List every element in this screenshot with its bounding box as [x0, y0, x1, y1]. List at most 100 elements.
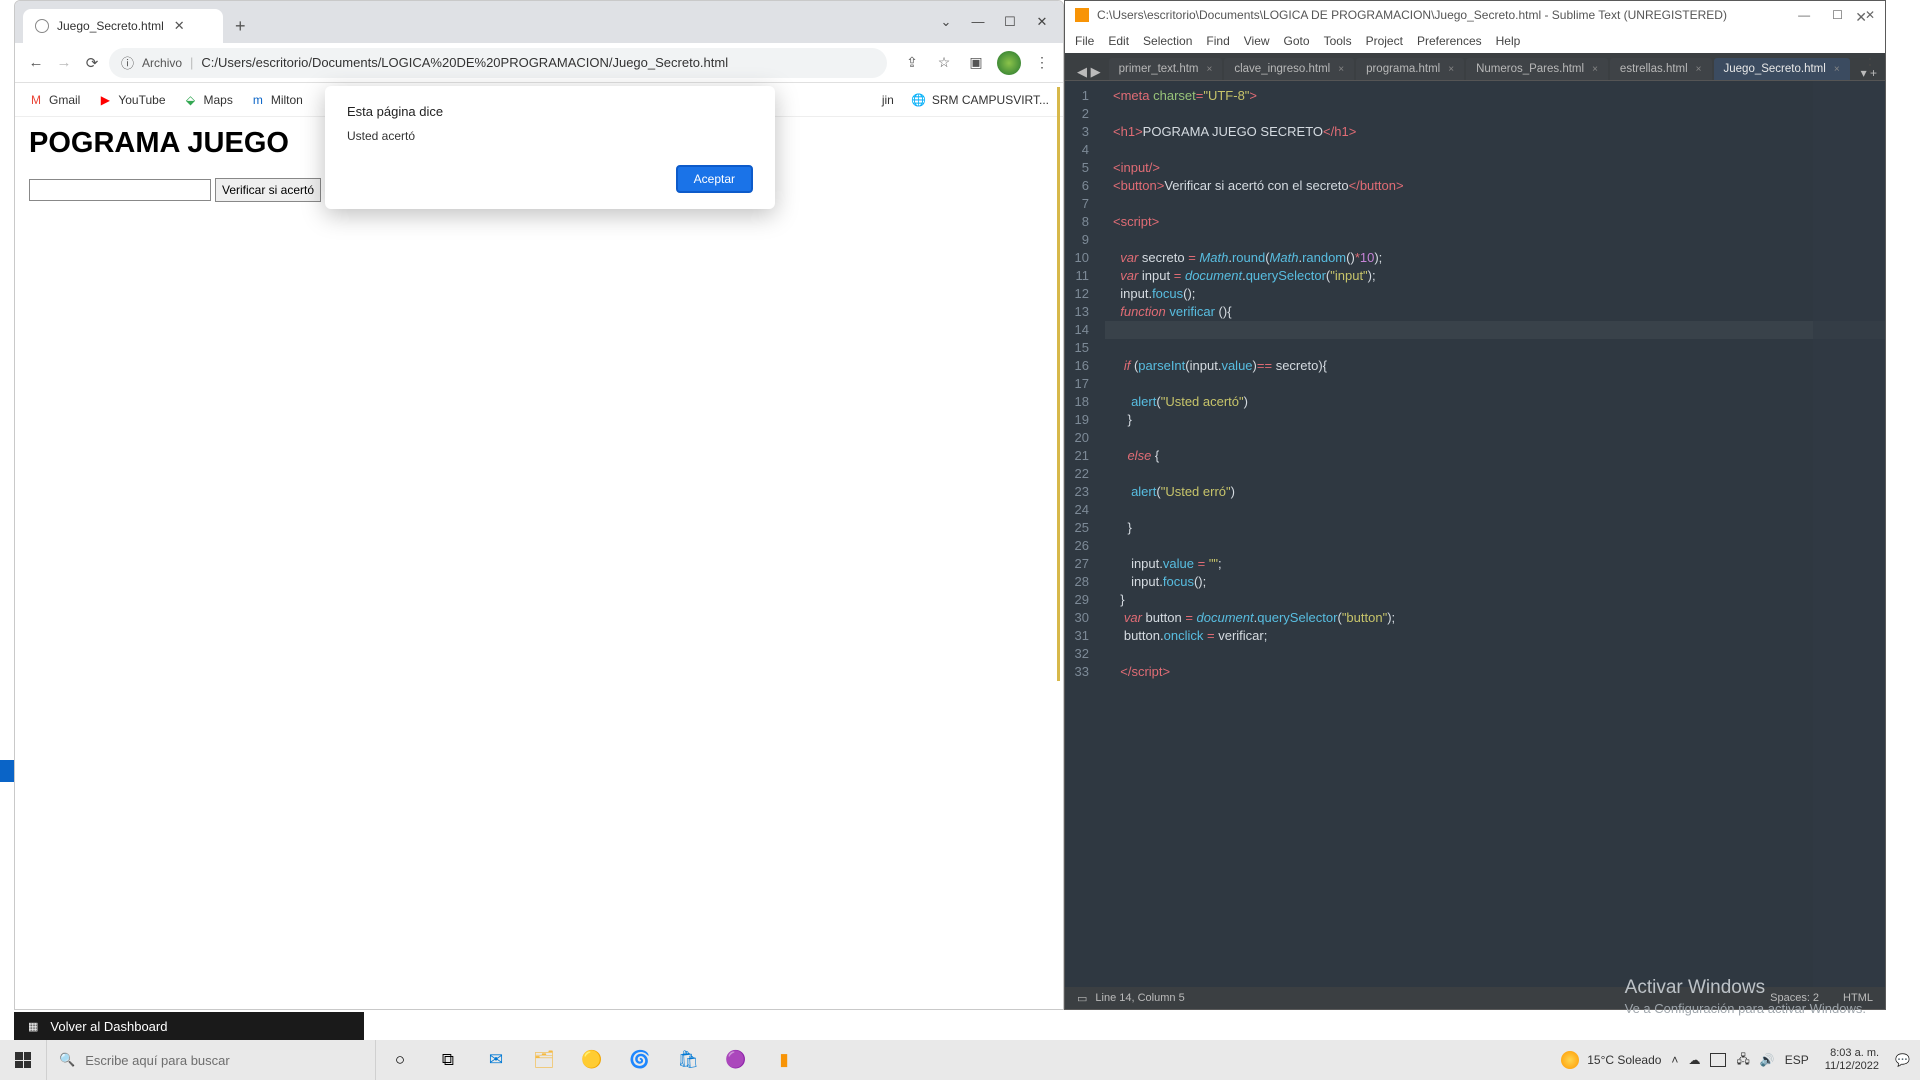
code-line [1113, 231, 1885, 249]
explorer-icon[interactable]: 🗂 [520, 1040, 568, 1080]
new-tab-button[interactable]: + [229, 12, 252, 41]
code-line: <meta charset="UTF-8"> [1113, 87, 1885, 105]
code-line: </script> [1113, 663, 1885, 681]
mail-icon[interactable]: ✉ [472, 1040, 520, 1080]
start-button[interactable] [0, 1040, 46, 1080]
close-icon[interactable]: × [1834, 64, 1840, 75]
share-icon[interactable]: ⇪ [901, 54, 923, 71]
browser-tab[interactable]: Juego_Secreto.html ✕ [23, 9, 223, 43]
url-chip: Archivo [142, 56, 182, 70]
secret-input[interactable] [29, 179, 211, 201]
maximize-icon[interactable]: ☐ [1832, 8, 1843, 22]
wifi-icon[interactable]: 🖧 [1736, 1050, 1749, 1071]
line-number: 26 [1057, 537, 1097, 555]
taskbar-tray: 15°C Soleado ˄ ☁ 🖧 🔊 ESP 8:03 a. m. 11/1… [1551, 1047, 1920, 1073]
back-icon[interactable]: ← [25, 52, 47, 74]
menu-help[interactable]: Help [1496, 34, 1521, 48]
overlay-kebab-icon[interactable]: ⋮ [1861, 55, 1879, 76]
alert-accept-button[interactable]: Aceptar [676, 165, 753, 193]
code-line: <button>Verificar si acertó con el secre… [1113, 177, 1885, 195]
code-line [1113, 501, 1885, 519]
code-area[interactable]: <meta charset="UTF-8"> <h1>POGRAMA JUEGO… [1105, 81, 1885, 987]
maximize-icon[interactable]: ☐ [1003, 14, 1017, 30]
line-number: 8 [1057, 213, 1097, 231]
chrome-window-controls: ⌄ — ☐ ✕ [939, 14, 1063, 30]
menu-preferences[interactable]: Preferences [1417, 34, 1482, 48]
panel-icon[interactable]: ▣ [965, 54, 987, 71]
menu-view[interactable]: View [1244, 34, 1270, 48]
weather-text: 15°C Soleado [1587, 1053, 1661, 1067]
sublime-taskbar-icon[interactable]: ▮ [760, 1040, 808, 1080]
dashboard-strip[interactable]: ▦ Volver al Dashboard [14, 1012, 364, 1040]
close-icon[interactable]: × [1207, 64, 1213, 75]
volume-icon[interactable]: 🔊 [1760, 1053, 1775, 1067]
editor[interactable]: 1234567891011121314151617181920212223242… [1065, 81, 1885, 987]
close-icon[interactable]: × [1592, 64, 1598, 75]
file-tab[interactable]: clave_ingreso.html× [1224, 58, 1354, 80]
cortana-icon[interactable]: ○ [376, 1040, 424, 1080]
file-tab[interactable]: programa.html× [1356, 58, 1464, 80]
close-icon[interactable]: × [1338, 64, 1344, 75]
line-number: 31 [1057, 627, 1097, 645]
kebab-icon[interactable]: ⋮ [1031, 54, 1053, 71]
file-tab[interactable]: Numeros_Pares.html× [1466, 58, 1608, 80]
taskview-icon[interactable]: ⧉ [424, 1040, 472, 1080]
menu-goto[interactable]: Goto [1284, 34, 1310, 48]
close-icon[interactable]: ✕ [1035, 14, 1049, 30]
minimize-icon[interactable]: — [1798, 8, 1810, 22]
menu-edit[interactable]: Edit [1108, 34, 1129, 48]
chevron-up-icon[interactable]: ˄ [1671, 1053, 1678, 1067]
store-icon[interactable]: 🛍 [664, 1040, 712, 1080]
bookmark-login[interactable]: jin [882, 93, 894, 107]
minimap[interactable] [1813, 81, 1885, 987]
star-icon[interactable]: ☆ [933, 54, 955, 71]
code-line: var button = document.querySelector("but… [1113, 609, 1885, 627]
dashboard-label: Volver al Dashboard [50, 1019, 167, 1034]
line-number: 10 [1057, 249, 1097, 267]
globe-icon: 🌐 [912, 93, 926, 107]
code-line: var secreto = Math.round(Math.random()*1… [1113, 249, 1885, 267]
file-tab[interactable]: primer_text.htm× [1109, 58, 1223, 80]
close-icon[interactable]: × [1448, 64, 1454, 75]
menu-find[interactable]: Find [1206, 34, 1229, 48]
reload-icon[interactable]: ⟳ [81, 52, 103, 74]
bookmark-maps[interactable]: ⬙Maps [184, 93, 233, 107]
chrome-icon[interactable]: 🟡 [568, 1040, 616, 1080]
verify-button[interactable]: Verificar si acertó [215, 178, 321, 202]
close-icon[interactable]: ✕ [172, 18, 187, 34]
menu-project[interactable]: Project [1366, 34, 1403, 48]
address-bar[interactable]: ⓘ Archivo | C:/Users/escritorio/Document… [109, 48, 887, 78]
line-number: 9 [1057, 231, 1097, 249]
weather-widget[interactable]: 15°C Soleado [1561, 1051, 1661, 1069]
overlay-close-icon[interactable]: ✕ [1855, 9, 1867, 26]
code-line [1113, 645, 1885, 663]
menu-tools[interactable]: Tools [1324, 34, 1352, 48]
screen-icon[interactable] [1710, 1053, 1726, 1067]
menu-selection[interactable]: Selection [1143, 34, 1192, 48]
code-line: if (parseInt(input.value)== secreto){ [1113, 357, 1885, 375]
forward-icon[interactable]: → [53, 52, 75, 74]
clock[interactable]: 8:03 a. m. 11/12/2022 [1819, 1047, 1885, 1073]
close-icon[interactable]: × [1696, 64, 1702, 75]
chevron-down-icon[interactable]: ⌄ [939, 14, 953, 30]
code-line [1113, 375, 1885, 393]
edge-icon[interactable]: 🌀 [616, 1040, 664, 1080]
line-number: 5 [1057, 159, 1097, 177]
minimize-icon[interactable]: — [971, 14, 985, 30]
file-tab[interactable]: estrellas.html× [1610, 58, 1712, 80]
profile-avatar[interactable] [997, 51, 1021, 75]
bookmark-youtube[interactable]: ▶YouTube [98, 93, 165, 107]
onedrive-icon[interactable]: ☁ [1688, 1053, 1700, 1067]
taskbar-search[interactable]: 🔍 Escribe aquí para buscar [46, 1040, 376, 1080]
app-icon[interactable]: 🟣 [712, 1040, 760, 1080]
file-tab[interactable]: Juego_Secreto.html× [1714, 58, 1850, 80]
bookmark-gmail[interactable]: MGmail [29, 93, 80, 107]
menu-file[interactable]: File [1075, 34, 1094, 48]
bookmark-milton[interactable]: mMilton [251, 93, 303, 107]
notifications-icon[interactable]: 💬 [1895, 1053, 1910, 1067]
ime-label[interactable]: ESP [1785, 1053, 1809, 1067]
tab-nav[interactable]: ◀ ▶ [1071, 64, 1107, 80]
panel-icon[interactable]: ▭ [1077, 992, 1087, 1005]
bookmark-srm[interactable]: 🌐SRM CAMPUSVIRT... [912, 93, 1049, 107]
line-number: 3 [1057, 123, 1097, 141]
